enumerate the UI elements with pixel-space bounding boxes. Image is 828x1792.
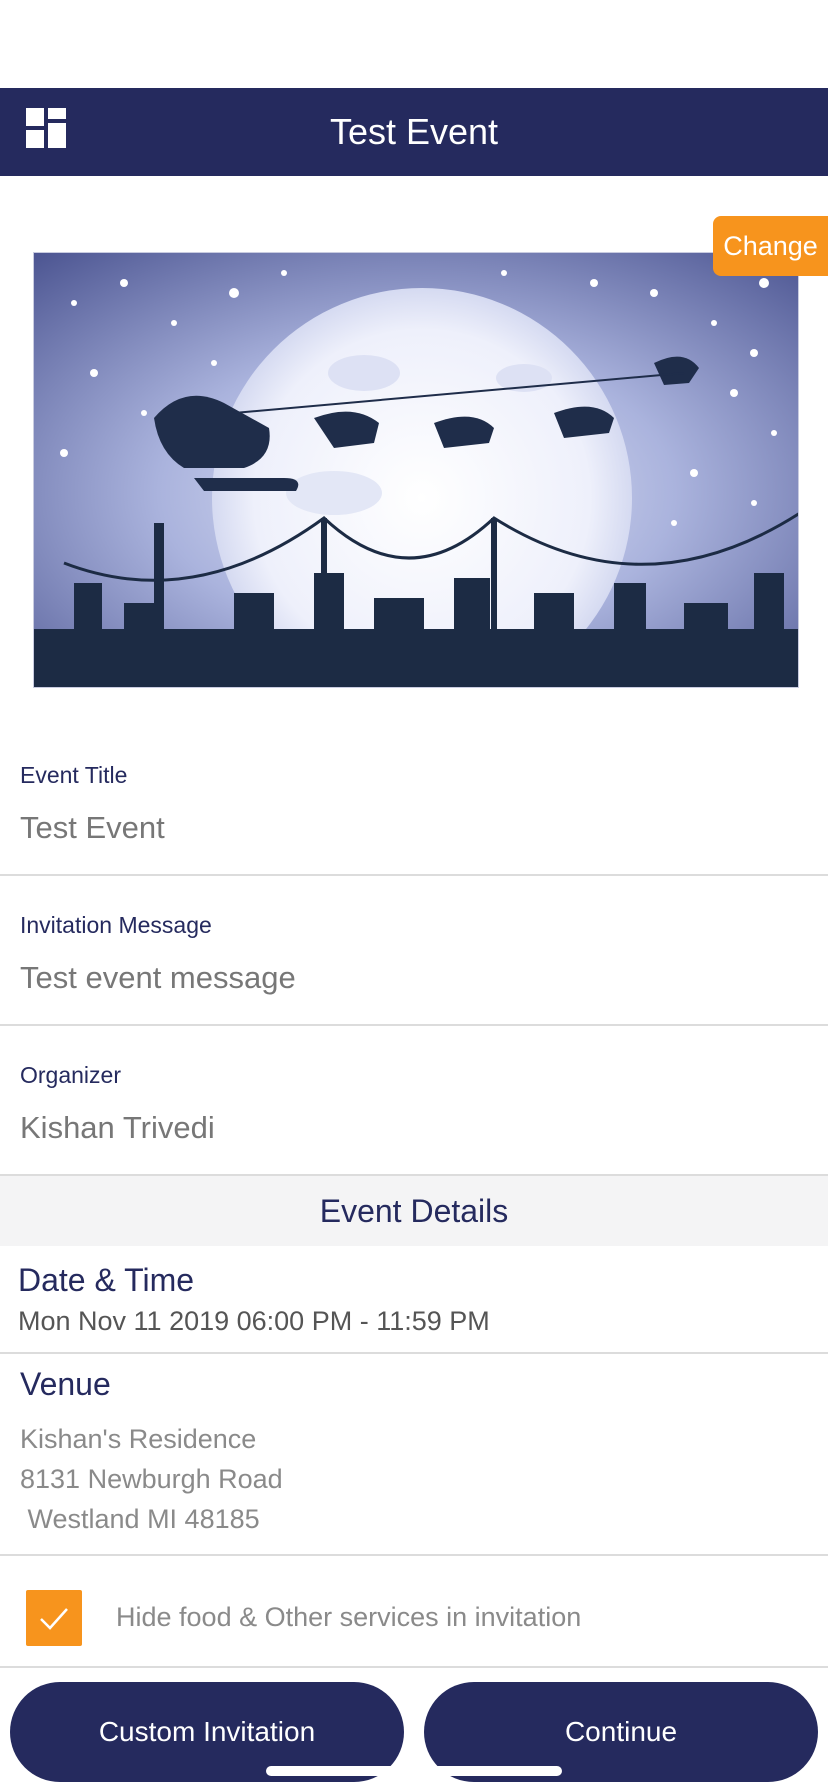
change-image-button[interactable]: Change <box>713 216 828 276</box>
hide-services-checkbox[interactable] <box>26 1590 82 1646</box>
date-time-value: Mon Nov 11 2019 06:00 PM - 11:59 PM <box>18 1306 490 1336</box>
date-time-row[interactable]: Date & Time Mon Nov 11 2019 06:00 PM - 1… <box>0 1246 828 1354</box>
event-banner-image <box>33 252 799 688</box>
invitation-message-label: Invitation Message <box>20 912 212 938</box>
app-bar: Test Event <box>0 88 828 176</box>
event-title-field[interactable]: Event Title Test Event <box>0 726 828 876</box>
venue-row[interactable]: Venue Kishan's Residence 8131 Newburgh R… <box>0 1354 828 1556</box>
venue-line: 8131 Newburgh Road <box>20 1464 283 1494</box>
event-title-value[interactable]: Test Event <box>20 810 165 846</box>
date-time-label: Date & Time <box>18 1262 195 1298</box>
hide-services-label: Hide food & Other services in invitation <box>116 1602 582 1632</box>
organizer-value[interactable]: Kishan Trivedi <box>20 1110 215 1146</box>
checkmark-icon <box>40 1608 68 1630</box>
hide-services-row[interactable]: Hide food & Other services in invitation <box>0 1556 828 1668</box>
venue-label: Venue <box>20 1366 111 1402</box>
venue-line: Westland MI 48185 <box>20 1504 260 1534</box>
status-bar <box>0 0 828 88</box>
organizer-field[interactable]: Organizer Kishan Trivedi <box>0 1026 828 1176</box>
event-title-label: Event Title <box>20 762 128 788</box>
venue-line: Kishan's Residence <box>20 1424 257 1454</box>
organizer-label: Organizer <box>20 1062 121 1088</box>
event-details-header: Event Details <box>0 1176 828 1246</box>
invitation-message-field[interactable]: Invitation Message Test event message <box>0 876 828 1026</box>
home-indicator <box>266 1766 562 1776</box>
page-title: Test Event <box>329 111 499 152</box>
invitation-message-value[interactable]: Test event message <box>20 960 296 996</box>
